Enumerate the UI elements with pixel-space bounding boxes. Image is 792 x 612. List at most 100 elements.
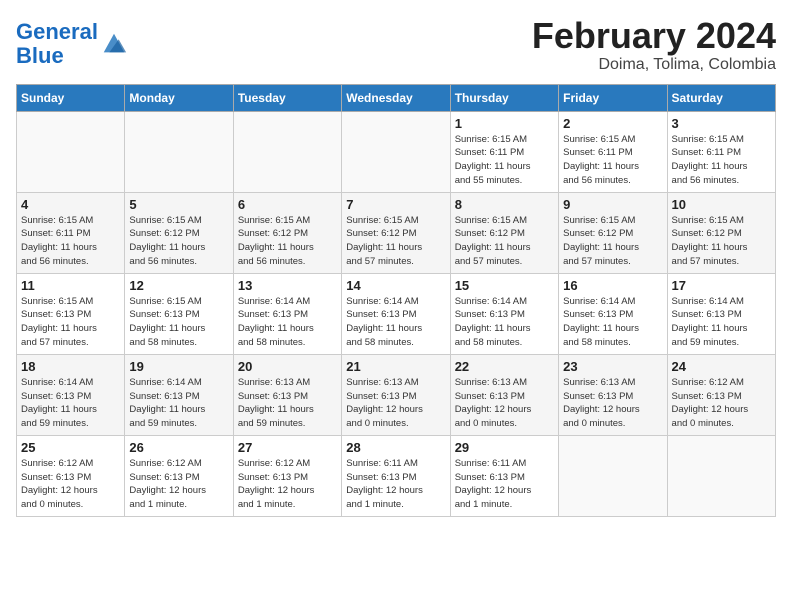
day-info: Sunrise: 6:15 AM Sunset: 6:11 PM Dayligh…: [455, 133, 554, 188]
column-headers-row: SundayMondayTuesdayWednesdayThursdayFrid…: [17, 84, 776, 111]
day-info: Sunrise: 6:14 AM Sunset: 6:13 PM Dayligh…: [129, 376, 228, 431]
week-row-3: 11 Sunrise: 6:15 AM Sunset: 6:13 PM Dayli…: [17, 273, 776, 354]
day-number: 12: [129, 278, 228, 293]
day-number: 1: [455, 116, 554, 131]
calendar-cell: 25Sunrise: 6:12 AM Sunset: 6:13 PM Dayli…: [17, 435, 125, 516]
calendar-cell: 8 Sunrise: 6:15 AM Sunset: 6:12 PM Daylig…: [450, 192, 558, 273]
day-info: Sunrise: 6:15 AM Sunset: 6:12 PM Dayligh…: [455, 214, 554, 269]
calendar-cell: 29 Sunrise: 6:11 AM Sunset: 6:13 PM Dayli…: [450, 435, 558, 516]
col-header-saturday: Saturday: [667, 84, 775, 111]
day-number: 10: [672, 197, 771, 212]
calendar-cell: 15 Sunrise: 6:14 AM Sunset: 6:13 PM Dayli…: [450, 273, 558, 354]
day-info: Sunrise: 6:12 AM Sunset: 6:13 PM Dayligh…: [21, 457, 120, 512]
calendar-cell: [125, 111, 233, 192]
day-info: Sunrise: 6:13 AM Sunset: 6:13 PM Dayligh…: [563, 376, 662, 431]
calendar-cell: 9 Sunrise: 6:15 AM Sunset: 6:12 PM Daylig…: [559, 192, 667, 273]
day-number: 29: [455, 440, 554, 455]
calendar-cell: 1 Sunrise: 6:15 AM Sunset: 6:11 PM Daylig…: [450, 111, 558, 192]
day-info: Sunrise: 6:11 AM Sunset: 6:13 PM Dayligh…: [346, 457, 445, 512]
week-row-2: 4 Sunrise: 6:15 AM Sunset: 6:11 PM Daylig…: [17, 192, 776, 273]
day-number: 5: [129, 197, 228, 212]
calendar-cell: 27 Sunrise: 6:12 AM Sunset: 6:13 PM Dayli…: [233, 435, 341, 516]
week-row-5: 25Sunrise: 6:12 AM Sunset: 6:13 PM Dayli…: [17, 435, 776, 516]
calendar-table: SundayMondayTuesdayWednesdayThursdayFrid…: [16, 84, 776, 517]
day-info: Sunrise: 6:15 AM Sunset: 6:11 PM Dayligh…: [563, 133, 662, 188]
day-info: Sunrise: 6:15 AM Sunset: 6:12 PM Dayligh…: [346, 214, 445, 269]
calendar-cell: 18Sunrise: 6:14 AM Sunset: 6:13 PM Dayli…: [17, 354, 125, 435]
calendar-body: 1 Sunrise: 6:15 AM Sunset: 6:11 PM Daylig…: [17, 111, 776, 516]
day-info: Sunrise: 6:15 AM Sunset: 6:11 PM Dayligh…: [21, 214, 120, 269]
day-info: Sunrise: 6:15 AM Sunset: 6:13 PM Dayligh…: [21, 295, 120, 350]
calendar-cell: 20 Sunrise: 6:13 AM Sunset: 6:13 PM Dayli…: [233, 354, 341, 435]
calendar-cell: 28 Sunrise: 6:11 AM Sunset: 6:13 PM Dayli…: [342, 435, 450, 516]
day-info: Sunrise: 6:12 AM Sunset: 6:13 PM Dayligh…: [129, 457, 228, 512]
calendar-cell: 17Sunrise: 6:14 AM Sunset: 6:13 PM Dayli…: [667, 273, 775, 354]
col-header-monday: Monday: [125, 84, 233, 111]
day-number: 26: [129, 440, 228, 455]
month-title: February 2024: [532, 16, 776, 56]
day-info: Sunrise: 6:15 AM Sunset: 6:13 PM Dayligh…: [129, 295, 228, 350]
day-info: Sunrise: 6:12 AM Sunset: 6:13 PM Dayligh…: [238, 457, 337, 512]
day-number: 4: [21, 197, 120, 212]
day-info: Sunrise: 6:15 AM Sunset: 6:11 PM Dayligh…: [672, 133, 771, 188]
day-info: Sunrise: 6:15 AM Sunset: 6:12 PM Dayligh…: [238, 214, 337, 269]
week-row-1: 1 Sunrise: 6:15 AM Sunset: 6:11 PM Daylig…: [17, 111, 776, 192]
day-number: 23: [563, 359, 662, 374]
calendar-cell: 13 Sunrise: 6:14 AM Sunset: 6:13 PM Dayli…: [233, 273, 341, 354]
day-number: 3: [672, 116, 771, 131]
calendar-cell: 23 Sunrise: 6:13 AM Sunset: 6:13 PM Dayli…: [559, 354, 667, 435]
calendar-cell: [667, 435, 775, 516]
day-number: 28: [346, 440, 445, 455]
calendar-cell: [233, 111, 341, 192]
day-number: 20: [238, 359, 337, 374]
calendar-cell: 6 Sunrise: 6:15 AM Sunset: 6:12 PM Daylig…: [233, 192, 341, 273]
day-number: 6: [238, 197, 337, 212]
day-number: 2: [563, 116, 662, 131]
calendar-cell: 2 Sunrise: 6:15 AM Sunset: 6:11 PM Daylig…: [559, 111, 667, 192]
day-number: 27: [238, 440, 337, 455]
day-number: 14: [346, 278, 445, 293]
day-number: 9: [563, 197, 662, 212]
logo: GeneralBlue: [16, 20, 128, 68]
day-number: 7: [346, 197, 445, 212]
col-header-thursday: Thursday: [450, 84, 558, 111]
calendar-cell: 10Sunrise: 6:15 AM Sunset: 6:12 PM Dayli…: [667, 192, 775, 273]
day-number: 11: [21, 278, 120, 293]
day-number: 8: [455, 197, 554, 212]
day-number: 17: [672, 278, 771, 293]
calendar-cell: 11 Sunrise: 6:15 AM Sunset: 6:13 PM Dayli…: [17, 273, 125, 354]
logo-icon: [100, 30, 128, 58]
calendar-cell: [17, 111, 125, 192]
col-header-friday: Friday: [559, 84, 667, 111]
day-info: Sunrise: 6:14 AM Sunset: 6:13 PM Dayligh…: [346, 295, 445, 350]
col-header-tuesday: Tuesday: [233, 84, 341, 111]
calendar-cell: 16 Sunrise: 6:14 AM Sunset: 6:13 PM Dayli…: [559, 273, 667, 354]
day-number: 21: [346, 359, 445, 374]
day-number: 19: [129, 359, 228, 374]
day-info: Sunrise: 6:14 AM Sunset: 6:13 PM Dayligh…: [563, 295, 662, 350]
day-info: Sunrise: 6:14 AM Sunset: 6:13 PM Dayligh…: [238, 295, 337, 350]
day-info: Sunrise: 6:13 AM Sunset: 6:13 PM Dayligh…: [346, 376, 445, 431]
calendar-cell: 22 Sunrise: 6:13 AM Sunset: 6:13 PM Dayli…: [450, 354, 558, 435]
title-area: February 2024 Doima, Tolima, Colombia: [532, 16, 776, 74]
day-number: 16: [563, 278, 662, 293]
day-number: 13: [238, 278, 337, 293]
day-number: 15: [455, 278, 554, 293]
day-info: Sunrise: 6:13 AM Sunset: 6:13 PM Dayligh…: [238, 376, 337, 431]
calendar-cell: 14 Sunrise: 6:14 AM Sunset: 6:13 PM Dayli…: [342, 273, 450, 354]
day-info: Sunrise: 6:15 AM Sunset: 6:12 PM Dayligh…: [563, 214, 662, 269]
day-info: Sunrise: 6:13 AM Sunset: 6:13 PM Dayligh…: [455, 376, 554, 431]
calendar-cell: 7 Sunrise: 6:15 AM Sunset: 6:12 PM Daylig…: [342, 192, 450, 273]
calendar-cell: 3 Sunrise: 6:15 AM Sunset: 6:11 PM Daylig…: [667, 111, 775, 192]
calendar-cell: 19 Sunrise: 6:14 AM Sunset: 6:13 PM Dayli…: [125, 354, 233, 435]
day-number: 18: [21, 359, 120, 374]
calendar-cell: 4 Sunrise: 6:15 AM Sunset: 6:11 PM Daylig…: [17, 192, 125, 273]
day-info: Sunrise: 6:12 AM Sunset: 6:13 PM Dayligh…: [672, 376, 771, 431]
col-header-wednesday: Wednesday: [342, 84, 450, 111]
day-number: 22: [455, 359, 554, 374]
calendar-cell: [342, 111, 450, 192]
day-info: Sunrise: 6:11 AM Sunset: 6:13 PM Dayligh…: [455, 457, 554, 512]
calendar-cell: 21 Sunrise: 6:13 AM Sunset: 6:13 PM Dayli…: [342, 354, 450, 435]
day-info: Sunrise: 6:14 AM Sunset: 6:13 PM Dayligh…: [455, 295, 554, 350]
day-number: 24: [672, 359, 771, 374]
